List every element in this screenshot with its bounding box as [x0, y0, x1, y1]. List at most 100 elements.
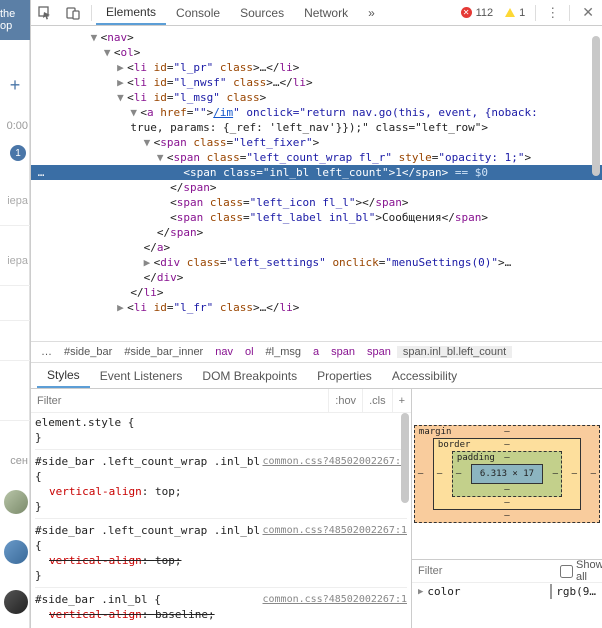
- box-dash: –: [572, 469, 577, 479]
- box-content: 6.313 × 17: [471, 464, 543, 484]
- subtab-event-listeners[interactable]: Event Listeners: [90, 363, 193, 388]
- close-devtools-icon[interactable]: ✕: [574, 4, 602, 21]
- host-separator: [0, 285, 30, 286]
- scrollbar-thumb[interactable]: [592, 36, 600, 176]
- crumb[interactable]: nav: [209, 346, 239, 358]
- crumb[interactable]: #side_bar_inner: [118, 346, 209, 358]
- box-dash: –: [456, 469, 461, 479]
- elements-tree[interactable]: ▼<nav> ▼<ol> ▶<li id="l_pr" class>…</li>…: [31, 26, 602, 341]
- styles-scrollbar[interactable]: [397, 413, 411, 628]
- box-border-label: border: [438, 440, 471, 450]
- box-dash: –: [504, 427, 509, 437]
- hov-toggle[interactable]: :hov: [328, 389, 362, 412]
- styles-filter-input[interactable]: [31, 395, 328, 407]
- device-mode-icon[interactable]: [59, 0, 87, 26]
- toolbar-divider: [91, 5, 92, 21]
- computed-list[interactable]: ▶ color rgb(9…: [412, 583, 602, 600]
- show-all-checkbox[interactable]: [560, 565, 573, 578]
- styles-rules[interactable]: element.style {}common.css?48502002267:1…: [31, 413, 411, 628]
- elements-scrollbar[interactable]: [588, 26, 602, 341]
- box-dash: –: [504, 511, 509, 521]
- crumb[interactable]: span.inl_bl.left_count: [397, 346, 512, 358]
- selected-node[interactable]: … <span class="inl_bl left_count">1</spa…: [31, 165, 602, 180]
- computed-pane: margin – – – – border – – – – padding – – – – 6.3…: [412, 389, 602, 628]
- avatar[interactable]: [4, 540, 28, 564]
- subtab-accessibility[interactable]: Accessibility: [382, 363, 467, 388]
- show-all-toggle[interactable]: Show all: [560, 559, 602, 583]
- crumb[interactable]: a: [307, 346, 325, 358]
- computed-row[interactable]: ▶ color rgb(9…: [418, 585, 596, 598]
- host-separator: [0, 320, 30, 321]
- tab-network[interactable]: Network: [294, 0, 358, 25]
- computed-prop-value: rgb(9…: [556, 585, 596, 598]
- add-rule-button[interactable]: +: [392, 389, 411, 412]
- warning-number: 1: [519, 7, 525, 19]
- tab-console[interactable]: Console: [166, 0, 230, 25]
- crumb[interactable]: …: [35, 346, 58, 358]
- error-count[interactable]: ✕ 112: [455, 7, 500, 19]
- tab-elements[interactable]: Elements: [96, 0, 166, 25]
- tab-sources[interactable]: Sources: [230, 0, 294, 25]
- lower-panes: :hov .cls + element.style {}common.css?4…: [31, 389, 602, 628]
- box-margin-label: margin: [419, 427, 452, 437]
- breadcrumb[interactable]: …#side_bar#side_bar_innernavol#l_msgaspa…: [31, 341, 602, 363]
- styles-filter-bar: :hov .cls +: [31, 389, 411, 413]
- subtab-dom-breakpoints[interactable]: DOM Breakpoints: [192, 363, 307, 388]
- styles-pane: :hov .cls + element.style {}common.css?4…: [31, 389, 412, 628]
- host-separator: [0, 225, 30, 226]
- inspect-icon[interactable]: [31, 0, 59, 26]
- host-month-label: сен: [0, 455, 30, 467]
- box-padding-label: padding: [457, 453, 495, 463]
- color-swatch[interactable]: [550, 584, 552, 599]
- scrollbar-thumb[interactable]: [401, 413, 409, 503]
- avatar[interactable]: [4, 590, 28, 614]
- box-dash: –: [504, 440, 509, 450]
- devtools-panel: Elements Console Sources Network » ✕ 112…: [30, 0, 602, 628]
- host-label: iepa: [0, 195, 30, 207]
- box-padding: padding – – – – 6.313 × 17: [452, 451, 562, 497]
- error-number: 112: [476, 7, 494, 19]
- warning-icon: [505, 8, 515, 17]
- crumb[interactable]: ol: [239, 346, 260, 358]
- cls-toggle[interactable]: .cls: [362, 389, 392, 412]
- warning-count[interactable]: 1: [499, 7, 531, 19]
- computed-filter-input[interactable]: [418, 565, 560, 577]
- crumb[interactable]: span: [361, 346, 397, 358]
- kebab-menu-icon[interactable]: ⋮: [540, 5, 565, 21]
- host-separator: [0, 420, 30, 421]
- host-separator: [0, 360, 30, 361]
- tabs-overflow-icon[interactable]: »: [358, 0, 385, 25]
- host-label: iepa: [0, 255, 30, 267]
- box-dash: –: [553, 469, 558, 479]
- devtools-toolbar: Elements Console Sources Network » ✕ 112…: [31, 0, 602, 26]
- error-icon: ✕: [461, 7, 472, 18]
- dom-tree-lines[interactable]: ▼<nav> ▼<ol> ▶<li id="l_pr" class>…</li>…: [31, 30, 602, 315]
- box-model[interactable]: margin – – – – border – – – – padding – – – – 6.3…: [412, 389, 602, 559]
- styles-subtabs: Styles Event Listeners DOM Breakpoints P…: [31, 363, 602, 389]
- box-dash: –: [418, 469, 423, 479]
- computed-filter-bar: Show all: [412, 559, 602, 583]
- computed-prop-name: color: [427, 585, 460, 598]
- avatar[interactable]: [4, 490, 28, 514]
- show-all-label: Show all: [576, 559, 602, 583]
- host-header: the op: [0, 0, 30, 40]
- devtools-tabs: Elements Console Sources Network »: [96, 0, 385, 25]
- subtab-styles[interactable]: Styles: [37, 363, 90, 388]
- host-plus-icon[interactable]: +: [0, 75, 30, 96]
- box-border: border – – – – padding – – – – 6.313 × 17: [433, 438, 581, 510]
- host-page-strip: the op + 0:00 1 iepa iepa сен: [0, 0, 30, 628]
- crumb[interactable]: #side_bar: [58, 346, 118, 358]
- box-margin: margin – – – – border – – – – padding – – – – 6.3…: [414, 425, 600, 523]
- box-dash: –: [504, 485, 509, 495]
- subtab-properties[interactable]: Properties: [307, 363, 382, 388]
- host-badge: 1: [10, 145, 26, 161]
- host-time: 0:00: [0, 120, 30, 132]
- box-dash: –: [437, 469, 442, 479]
- crumb[interactable]: span: [325, 346, 361, 358]
- expand-icon[interactable]: ▶: [418, 587, 423, 597]
- box-dash: –: [591, 469, 596, 479]
- crumb[interactable]: #l_msg: [260, 346, 307, 358]
- box-dash: –: [504, 498, 509, 508]
- box-dash: –: [504, 453, 509, 463]
- toolbar-divider: [569, 5, 570, 21]
